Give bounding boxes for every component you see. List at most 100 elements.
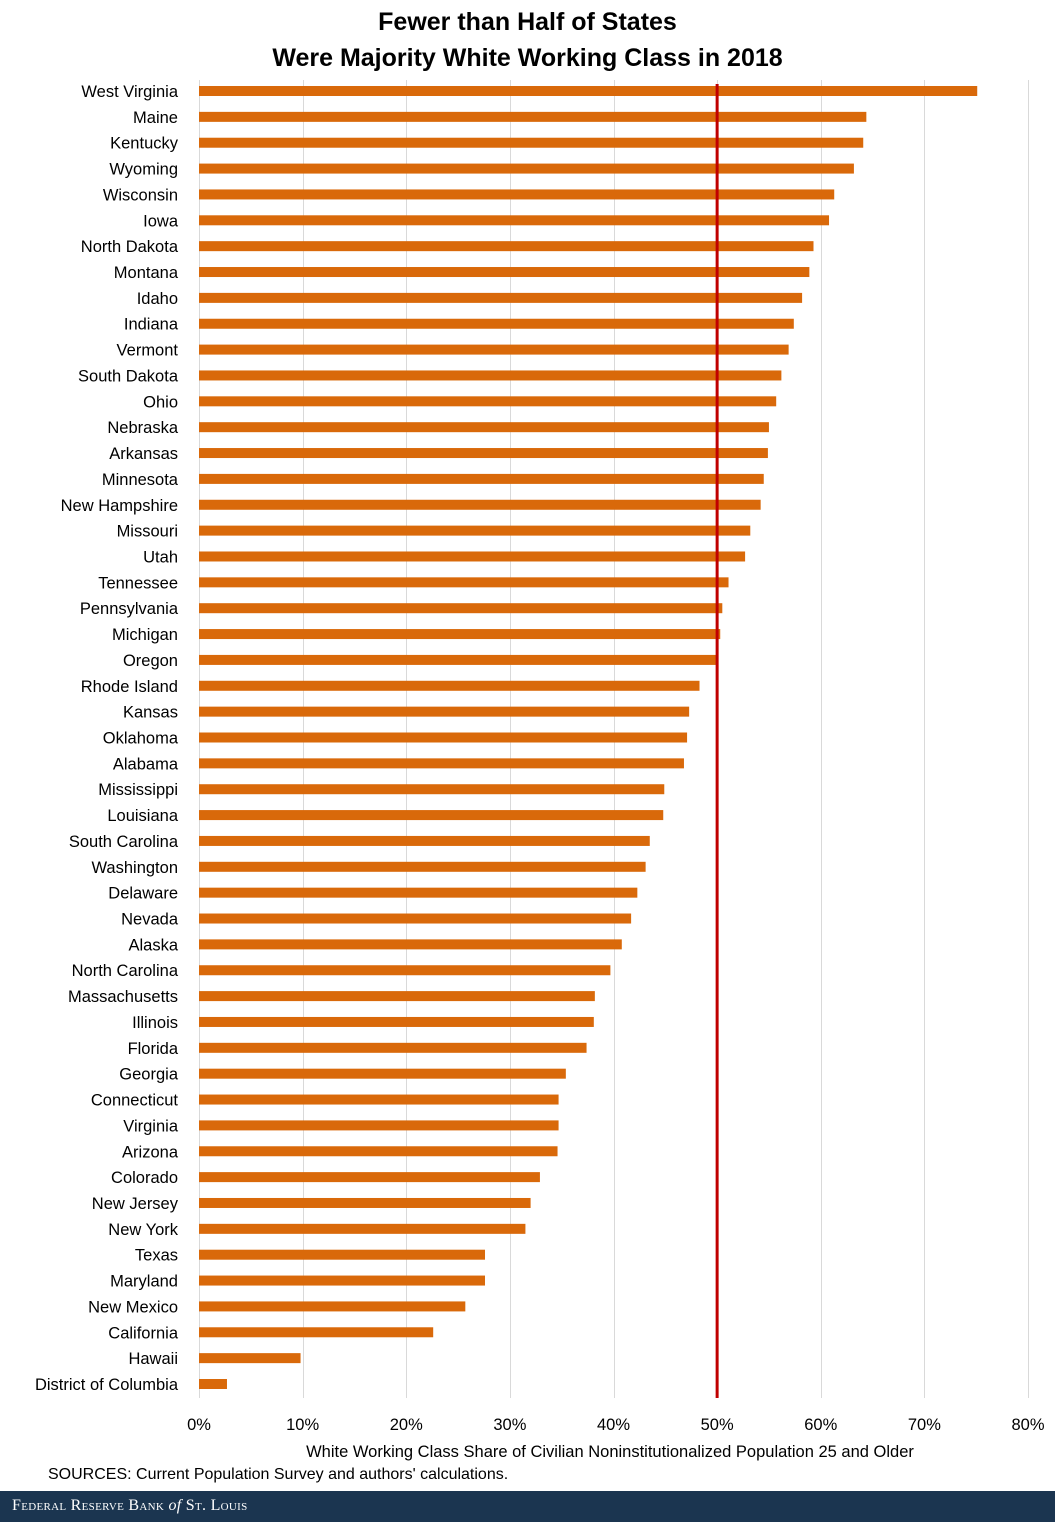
bar [199,835,650,846]
bar [199,1353,301,1364]
bar [199,241,814,252]
x-tick-label: 0% [187,1416,211,1434]
bar [199,732,688,743]
bar [199,396,777,407]
footer-text-part1: Federal Reserve Bank [12,1497,169,1514]
category-label: Wisconsin [103,186,178,204]
bar [199,654,717,665]
category-label: Maryland [110,1273,178,1291]
bar [199,1379,227,1389]
bar [199,887,638,898]
bar [199,1172,540,1183]
bar [199,939,622,950]
x-tick-label: 60% [804,1416,837,1434]
bar [199,991,595,1002]
category-label: Connecticut [91,1092,179,1110]
category-label: Alaska [128,936,178,954]
bar [199,1146,558,1157]
bar [199,861,646,872]
x-tick-label: 30% [493,1416,526,1434]
category-label: Illinois [132,1014,178,1032]
x-tick-labels: 0% 10% 20% 30% 40% 50% 60% 70% 80% [187,1416,1045,1434]
bar [199,1223,526,1234]
bar [199,111,867,122]
category-label: Arkansas [109,445,178,463]
x-axis-label: White Working Class Share of Civilian No… [306,1443,914,1461]
category-label: Colorado [111,1169,178,1187]
bar [199,473,764,484]
category-label: Pennsylvania [80,600,179,618]
category-label: West Virginia [81,83,178,101]
bar [199,1016,594,1027]
category-label: Montana [114,264,179,282]
bar [199,189,835,200]
category-label: Virginia [123,1117,179,1135]
category-label: Maine [133,109,178,127]
bar [199,292,803,303]
bar [199,758,684,769]
bar [199,1094,559,1105]
category-label: Massachusetts [68,988,178,1006]
x-tick-label: 20% [390,1416,423,1434]
x-tick-label: 40% [597,1416,630,1434]
category-label: Georgia [119,1066,179,1084]
category-label: Mississippi [98,781,178,799]
bar [199,603,723,614]
x-tick-label: 10% [286,1416,319,1434]
chart-title-line-1: Fewer than Half of States [378,8,677,36]
category-label: Rhode Island [81,678,178,696]
bar [199,810,664,821]
bar [199,706,690,717]
bar [199,680,700,691]
category-label: Florida [128,1040,179,1058]
sources-note: SOURCES: Current Population Survey and a… [48,1466,509,1483]
category-label: New Jersey [92,1195,179,1213]
bar [199,86,978,96]
category-label: Missouri [117,523,178,541]
category-label: New York [108,1221,178,1239]
chart-title-line-2: Were Majority White Working Class in 201… [272,44,783,72]
chart: West Virginia Maine Kentucky Wyoming Wiscons… [35,80,1045,1461]
bar [199,370,782,381]
bar [199,1249,486,1260]
bar [199,344,789,355]
x-tick-label: 70% [908,1416,941,1434]
bar [199,1120,559,1131]
chart-title: Fewer than Half of States Were Majority … [0,4,1055,76]
bar [199,163,854,174]
bar [199,1301,466,1312]
bar [199,215,830,226]
bar [199,1068,566,1079]
bar [199,1197,531,1208]
category-label: Idaho [137,290,178,308]
category-label: Ohio [143,393,178,411]
category-label: Vermont [117,342,179,360]
bar [199,1275,486,1286]
category-label: South Carolina [69,833,179,851]
x-tick-label: 80% [1011,1416,1044,1434]
category-label: New Hampshire [61,497,178,515]
category-label: South Dakota [78,367,179,385]
category-label: Washington [91,859,178,877]
category-label: Kansas [123,704,178,722]
footer-text-of: of [168,1497,182,1514]
category-label: Michigan [112,626,178,644]
category-labels: West Virginia Maine Kentucky Wyoming Wiscons… [35,83,179,1394]
category-label: California [108,1324,179,1342]
bar [199,577,729,588]
category-label: Oregon [123,652,178,670]
bar [199,499,761,510]
category-label: Iowa [143,212,179,230]
category-label: Nebraska [107,419,178,437]
category-label: Wyoming [109,161,178,179]
category-label: Indiana [124,316,179,334]
category-label: New Mexico [88,1298,178,1316]
category-label: Tennessee [98,574,178,592]
category-label: Kentucky [110,135,179,153]
category-label: Delaware [108,885,178,903]
bar [199,137,864,148]
category-label: Alabama [113,755,179,773]
category-label: Oklahoma [103,730,179,748]
footer-logo-text: Federal Reserve Bank of St. Louis [12,1497,248,1515]
category-label: Hawaii [128,1350,178,1368]
